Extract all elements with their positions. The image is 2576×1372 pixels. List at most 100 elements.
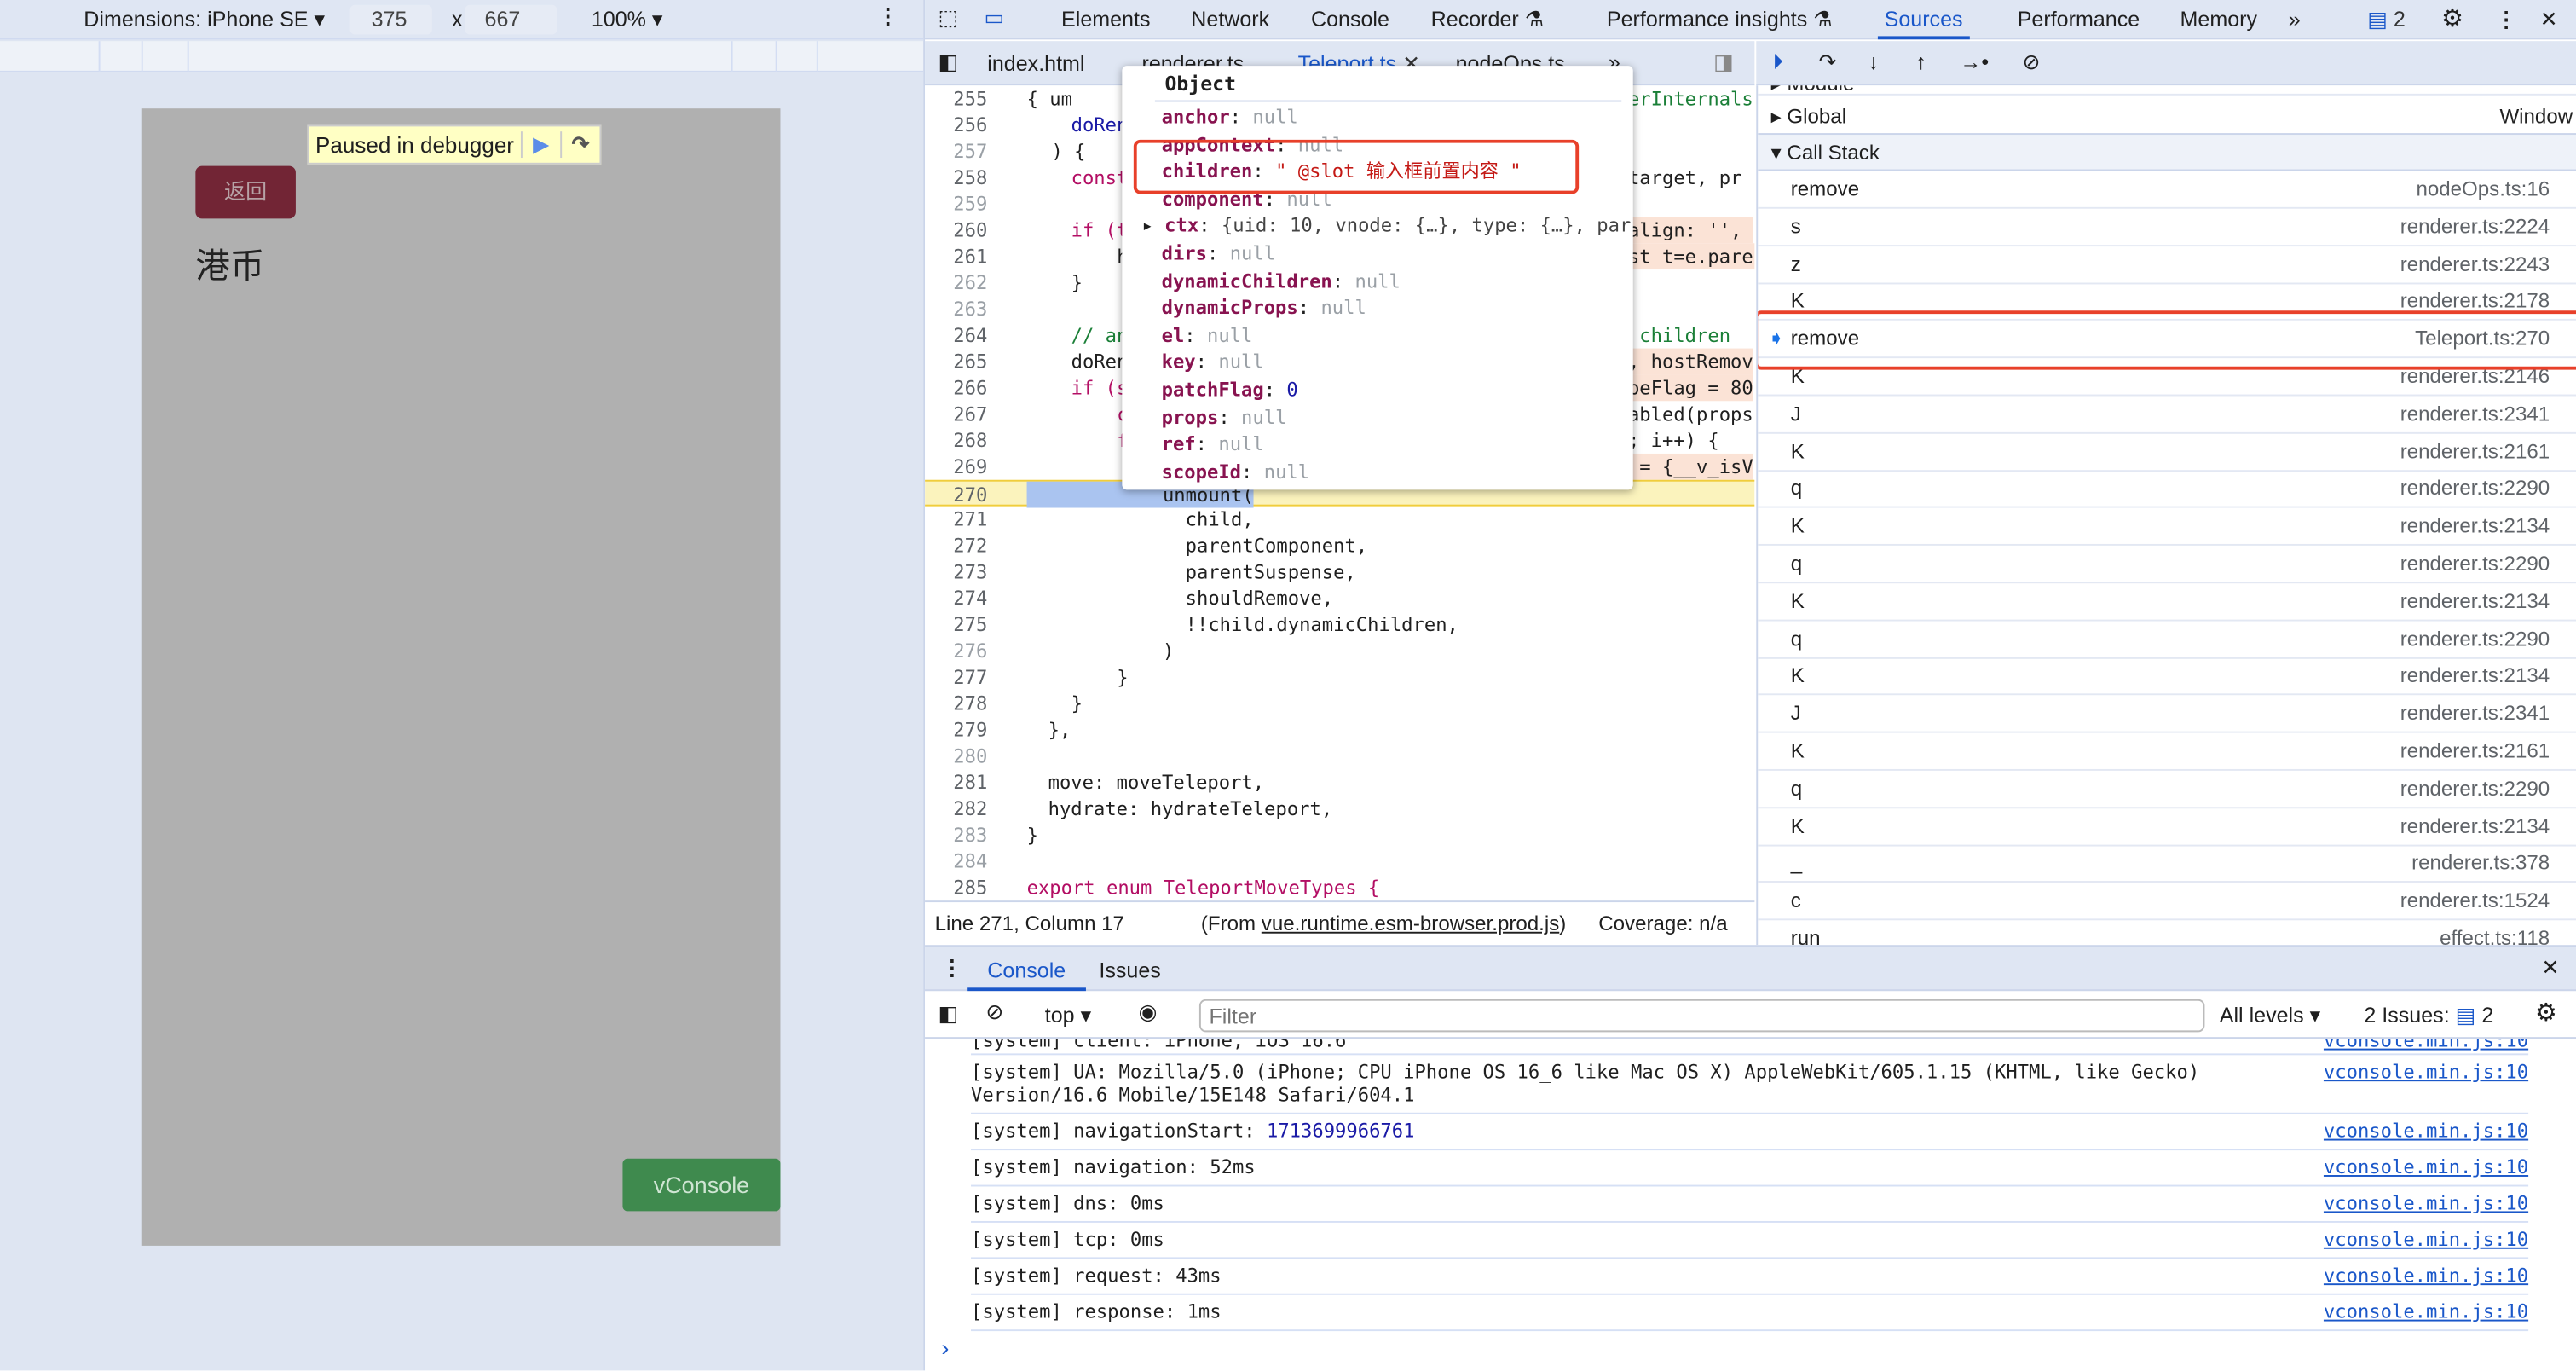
tab-memory[interactable]: Memory [2180, 7, 2257, 32]
scope-module[interactable]: ▸ Module [1758, 85, 2576, 96]
call-frame[interactable]: z renderer.ts:2243 [1758, 246, 2576, 284]
line-number[interactable]: 278 [925, 690, 987, 716]
drawer-tab-console[interactable]: Console [967, 947, 1086, 992]
call-frame[interactable]: q renderer.ts:2290 [1758, 471, 2576, 509]
line-number[interactable]: 270 [925, 482, 987, 508]
step-into-icon[interactable]: ↓ [1868, 49, 1879, 74]
object-property[interactable]: props: null [1162, 403, 1287, 430]
console-settings-icon[interactable]: ⚙ [2535, 998, 2557, 1028]
source-file-link[interactable]: vue.runtime.esm-browser.prod.js [1262, 912, 1559, 935]
object-property[interactable]: patchFlag: 0 [1162, 376, 1298, 402]
call-frame[interactable]: run effect.ts:118 [1758, 920, 2576, 945]
clear-console-icon[interactable]: ⊘ [985, 999, 1003, 1026]
file-tab-index[interactable]: index.html [987, 51, 1084, 76]
line-number[interactable]: 284 [925, 848, 987, 874]
message-source-link[interactable]: vconsole.min.js:10 [2324, 1191, 2528, 1214]
device-select[interactable]: Dimensions: iPhone SE ▾ [84, 7, 325, 33]
object-property[interactable]: anchor: null [1162, 103, 1298, 130]
call-frame[interactable]: remove nodeOps.ts:16 [1758, 171, 2576, 209]
line-number[interactable]: 267 [925, 401, 987, 427]
line-number[interactable]: 268 [925, 427, 987, 454]
tab-recorder[interactable]: Recorder ⚗ [1431, 7, 1545, 33]
line-number[interactable]: 283 [925, 822, 987, 848]
object-property[interactable]: dynamicChildren: null [1162, 267, 1401, 293]
call-frame[interactable]: s renderer.ts:2224 [1758, 208, 2576, 246]
call-frame[interactable]: Krenderer.ts:2134 [1758, 508, 2576, 547]
step-out-icon[interactable]: ↑ [1915, 49, 1926, 74]
object-property[interactable]: ▸ ctx: {uid: 10, vnode: {…}, type: {…}, … [1141, 212, 1631, 239]
line-number[interactable]: 265 [925, 349, 987, 375]
close-devtools-icon[interactable]: ✕ [2540, 7, 2558, 33]
message-source-link[interactable]: vconsole.min.js:10 [2324, 1300, 2528, 1323]
line-number[interactable]: 257 [925, 138, 987, 165]
object-property[interactable]: scopeId: null [1162, 458, 1310, 484]
line-number[interactable]: 279 [925, 716, 987, 743]
resume-icon[interactable]: ⏵ [1773, 49, 1784, 76]
call-frame[interactable]: Krenderer.ts:2134 [1758, 658, 2576, 697]
call-frame[interactable]: Krenderer.ts:2161 [1758, 733, 2576, 771]
line-number[interactable]: 256 [925, 112, 987, 138]
navigator-toggle-icon[interactable]: ◧ [938, 49, 958, 76]
line-number[interactable]: 258 [925, 165, 987, 191]
tab-network[interactable]: Network [1191, 7, 1269, 32]
object-property[interactable]: key: null [1162, 349, 1264, 375]
call-stack-header[interactable]: ▾ Call Stack [1758, 133, 2576, 171]
step-icon[interactable]: →• [1960, 49, 1989, 74]
log-levels-select[interactable]: All levels ▾ [2220, 1003, 2320, 1029]
line-number[interactable]: 271 [925, 507, 987, 533]
line-number[interactable]: 282 [925, 796, 987, 822]
message-source-link[interactable]: vconsole.min.js:10 [2324, 1039, 2528, 1051]
drawer-menu-icon[interactable]: ⋮ [941, 955, 962, 981]
call-frame[interactable]: Jrenderer.ts:2341 [1758, 696, 2576, 733]
line-number[interactable]: 276 [925, 638, 987, 664]
call-frame[interactable]: c renderer.ts:1524 [1758, 883, 2576, 921]
line-number[interactable]: 262 [925, 269, 987, 296]
message-source-link[interactable]: vconsole.min.js:10 [2324, 1119, 2528, 1142]
vconsole-button[interactable]: vConsole [622, 1158, 781, 1212]
line-number[interactable]: 281 [925, 769, 987, 796]
step-over-icon[interactable]: ↷ [1819, 49, 1837, 76]
call-frame[interactable]: Jrenderer.ts:2341 [1758, 396, 2576, 434]
object-property[interactable]: el: null [1162, 321, 1253, 348]
call-frame[interactable]: q renderer.ts:2290 [1758, 546, 2576, 584]
line-number[interactable]: 285 [925, 874, 987, 900]
zoom-select[interactable]: 100% ▾ [592, 7, 663, 33]
scope-global[interactable]: ▸ Global Window [1758, 99, 2576, 136]
live-expression-eye-icon[interactable]: ◉ [1139, 999, 1158, 1026]
width-input[interactable]: 375 [349, 4, 432, 35]
call-frame[interactable]: q renderer.ts:2290 [1758, 771, 2576, 808]
tab-performance-insights[interactable]: Performance insights ⚗ [1607, 7, 1833, 33]
call-frame[interactable]: _ renderer.ts:378 [1758, 845, 2576, 883]
more-options-icon[interactable]: ⋮ [877, 3, 898, 30]
step-over-icon[interactable]: ↷ [559, 131, 599, 159]
line-number[interactable]: 264 [925, 322, 987, 349]
line-number[interactable]: 275 [925, 611, 987, 638]
drawer-tab-issues[interactable]: Issues [1099, 958, 1160, 983]
close-drawer-icon[interactable]: ✕ [2542, 955, 2560, 981]
tab-elements[interactable]: Elements [1061, 7, 1150, 32]
console-prompt[interactable]: › [941, 1334, 949, 1361]
line-number[interactable]: 272 [925, 532, 987, 559]
expand-triangle-icon[interactable]: ▸ [1141, 214, 1164, 237]
line-number[interactable]: 261 [925, 243, 987, 269]
resume-icon[interactable]: ▶ [520, 131, 560, 159]
line-number[interactable]: 263 [925, 296, 987, 322]
console-filter-input[interactable] [1198, 999, 2205, 1033]
line-number[interactable]: 259 [925, 191, 987, 217]
back-button[interactable]: 返回 [195, 165, 296, 219]
sidebar-toggle-icon[interactable]: ◧ [938, 1001, 958, 1028]
device-toggle-icon[interactable]: ▭ [984, 5, 1004, 32]
message-source-link[interactable]: vconsole.min.js:10 [2324, 1228, 2528, 1251]
line-number[interactable]: 260 [925, 217, 987, 243]
line-number[interactable]: 273 [925, 559, 987, 585]
deactivate-breakpoints-icon[interactable]: ⊘ [2023, 49, 2041, 76]
call-frame[interactable]: q renderer.ts:2290 [1758, 621, 2576, 659]
line-number[interactable]: 277 [925, 664, 987, 691]
inspect-element-icon[interactable]: ⬚ [938, 5, 958, 32]
tab-performance[interactable]: Performance [2018, 7, 2140, 32]
line-number[interactable]: 269 [925, 454, 987, 480]
more-options-icon[interactable]: ⋮ [2496, 7, 2517, 33]
tab-console[interactable]: Console [1311, 7, 1389, 32]
message-source-link[interactable]: vconsole.min.js:10 [2324, 1264, 2528, 1287]
call-frame[interactable]: Krenderer.ts:2134 [1758, 583, 2576, 622]
